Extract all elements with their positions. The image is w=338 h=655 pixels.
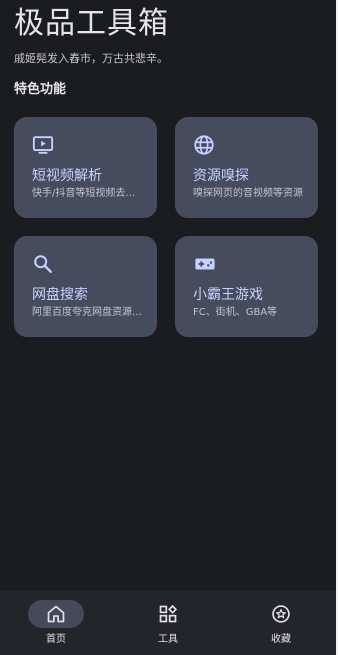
app-screen: 极品工具箱 戚姬髡发入舂市，万古共悲辛。 特色功能 短视频解析 快手/抖音等短视…: [0, 0, 338, 655]
search-icon: [32, 253, 54, 275]
star-icon: [271, 604, 291, 624]
nav-label: 工具: [158, 634, 178, 645]
page-subtitle: 戚姬髡发入舂市，万古共悲辛。: [14, 52, 168, 65]
feature-card-netdisk-search[interactable]: 网盘搜索 阿里百度夸克网盘资源搜索: [14, 236, 157, 337]
home-icon: [46, 604, 66, 624]
globe-icon: [193, 134, 215, 156]
feature-card-title: 资源嗅探: [193, 168, 249, 184]
nav-item-favorites[interactable]: 收藏: [224, 590, 338, 655]
nav-item-tools[interactable]: 工具: [112, 590, 224, 655]
nav-label: 首页: [46, 634, 66, 645]
page-title: 极品工具箱: [14, 6, 169, 41]
feature-card-title: 短视频解析: [32, 168, 102, 184]
tv-play-icon: [32, 134, 54, 156]
feature-card-video-parse[interactable]: 短视频解析 快手/抖音等短视频去水印: [14, 117, 157, 218]
feature-card-title: 小霸王游戏: [193, 287, 263, 303]
apps-icon: [158, 604, 178, 624]
feature-card-desc: FC、街机、GBA等: [193, 307, 278, 318]
feature-card-desc: 嗅探网页的音视频等资源: [193, 188, 303, 199]
feature-card-desc: 快手/抖音等短视频去水印: [32, 188, 144, 199]
feature-card-retro-games[interactable]: 小霸王游戏 FC、街机、GBA等: [175, 236, 318, 337]
nav-label: 收藏: [271, 634, 291, 645]
bottom-navigation: 首页 工具 收藏: [0, 590, 338, 655]
section-title-features: 特色功能: [14, 82, 67, 97]
nav-item-home[interactable]: 首页: [0, 590, 112, 655]
feature-card-desc: 阿里百度夸克网盘资源搜索: [32, 307, 144, 318]
gamepad-icon: [193, 253, 215, 275]
feature-card-resource-sniff[interactable]: 资源嗅探 嗅探网页的音视频等资源: [175, 117, 318, 218]
feature-card-title: 网盘搜索: [32, 287, 88, 303]
